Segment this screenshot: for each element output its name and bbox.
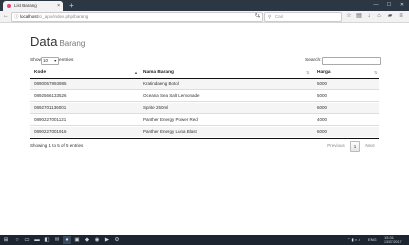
cell-kode: 0890227001916 <box>34 129 67 134</box>
table-row: 0890057993985 Kratindaeng Botol 5000 <box>30 79 379 90</box>
home-icon[interactable]: ⌂ <box>375 12 383 21</box>
cell-nama: Panther Energy Power Red <box>143 117 198 122</box>
cell-kode: 0890227001121 <box>34 117 67 122</box>
taskbar: ⊞ ○ ▭ ▬ ◧ ✉ ● ▣ ◆ ◉ ▶ ⚙ ⌃ ▮ ◖ ♪ ENG 15:3… <box>0 235 409 245</box>
previous-button[interactable]: Previous <box>325 141 347 150</box>
tab-list-barang[interactable]: List Barang × <box>3 1 63 11</box>
settings-icon[interactable]: ⚙ <box>113 236 121 244</box>
bookmark-star-icon[interactable]: ☆ <box>345 12 353 21</box>
cell-harga: 4000 <box>317 117 328 122</box>
tray-icons[interactable]: ⌃ ▮ ◖ ♪ <box>347 235 360 245</box>
url-path: /ci_apo/index.php/barang <box>37 14 89 19</box>
clock[interactable]: 15:31 13/07/2017 <box>384 235 402 245</box>
column-header-harga[interactable]: Harga <box>317 68 331 78</box>
editor-icon[interactable]: ◆ <box>83 236 91 244</box>
chrome-icon[interactable]: ◉ <box>93 236 101 244</box>
table-row: 0890227001121 Panther Energy Power Red 4… <box>30 115 379 126</box>
site-info-icon[interactable]: ⓘ <box>14 13 19 21</box>
minimize-button[interactable]: — <box>370 0 382 11</box>
table-bottom-border <box>30 138 379 139</box>
column-header-nama-barang[interactable]: Nama Barang <box>143 68 174 78</box>
cell-nama: Sprite 250ml <box>143 105 169 110</box>
media-icon[interactable]: ▶ <box>103 236 111 244</box>
cell-kode: 0892701136001 <box>34 105 67 110</box>
column-header-kode[interactable]: Kode <box>34 68 46 78</box>
cell-harga: 5000 <box>317 81 328 86</box>
table-row: 0892701136001 Sprite 250ml 6000 <box>30 103 379 114</box>
table-header: Kode ▲ Nama Barang ⇅ Harga ⇅ <box>30 68 379 79</box>
cell-nama: Oceana Sea Salt Lemonade <box>143 93 200 98</box>
table-row: 0892566133526 Oceana Sea Salt Lemonade 5… <box>30 91 379 102</box>
table-search-input[interactable] <box>322 57 381 65</box>
cell-nama: Panther Energy Luna Blast <box>143 129 197 134</box>
language-indicator[interactable]: ENG <box>368 235 377 245</box>
table-row: 0890227001916 Panther Energy Luna Blast … <box>30 127 379 137</box>
tab-title: List Barang <box>14 3 37 8</box>
table-info: Showing 1 to 5 of 5 entries <box>30 143 84 148</box>
url-bar[interactable]: ⓘ localhost/ci_apo/index.php/barang ▾ <box>11 12 263 22</box>
page-title: Data Barang <box>30 34 85 49</box>
windows-start-icon[interactable]: ⊞ <box>2 236 10 244</box>
cell-kode: 0890057993985 <box>34 81 67 86</box>
next-button[interactable]: Next <box>362 141 378 150</box>
url-host: localhost <box>20 14 38 19</box>
favicon-icon <box>7 4 11 8</box>
sort-icon: ⇅ <box>306 70 310 75</box>
page-title-main: Data <box>30 34 58 49</box>
entries-label: entries <box>59 58 74 63</box>
menu-icon[interactable]: ≡ <box>397 12 405 21</box>
reload-icon[interactable]: ↻ <box>253 12 261 21</box>
task-view-icon[interactable]: ▭ <box>23 236 31 244</box>
search-label: Search: <box>305 58 322 63</box>
firefox-icon[interactable]: ● <box>63 236 71 244</box>
clock-date: 13/07/2017 <box>384 240 402 244</box>
downloads-icon[interactable]: ↓ <box>365 12 373 21</box>
new-tab-button[interactable]: + <box>67 1 76 10</box>
library-icon[interactable]: ▤ <box>355 12 363 21</box>
cell-kode: 0892566133526 <box>34 93 67 98</box>
entries-select-value: 10 <box>43 58 49 63</box>
cell-harga: 6000 <box>317 105 328 110</box>
cell-harga: 5000 <box>317 93 328 98</box>
search-icon: ⚲ <box>268 14 272 19</box>
maximize-button[interactable]: ☐ <box>383 0 395 11</box>
search-icon[interactable]: ○ <box>13 236 21 244</box>
mail-icon[interactable]: ✉ <box>53 236 61 244</box>
close-window-button[interactable]: ✕ <box>396 0 408 11</box>
search-placeholder: Cari <box>275 14 284 19</box>
chevron-down-icon: ▼ <box>53 59 57 63</box>
entries-select[interactable]: 10 ▼ <box>41 57 59 65</box>
browser-search-box[interactable]: ⚲ Cari <box>264 12 342 22</box>
sort-asc-icon: ▲ <box>134 70 138 75</box>
sort-icon: ⇅ <box>374 70 378 75</box>
page-subtitle: Barang <box>59 39 86 48</box>
terminal-icon[interactable]: ▣ <box>73 236 81 244</box>
page-1-button[interactable]: 1 <box>350 141 360 152</box>
cell-harga: 6000 <box>317 129 328 134</box>
back-button[interactable]: ← <box>2 12 10 21</box>
chat-icon[interactable]: ▰ <box>386 12 394 21</box>
cell-nama: Kratindaeng Botol <box>143 81 179 86</box>
folder-icon[interactable]: ▬ <box>33 236 41 244</box>
browser-tab-strip: List Barang × + — ☐ ✕ <box>0 0 409 11</box>
store-icon[interactable]: ◧ <box>43 236 51 244</box>
tab-close-icon[interactable]: × <box>57 1 60 11</box>
